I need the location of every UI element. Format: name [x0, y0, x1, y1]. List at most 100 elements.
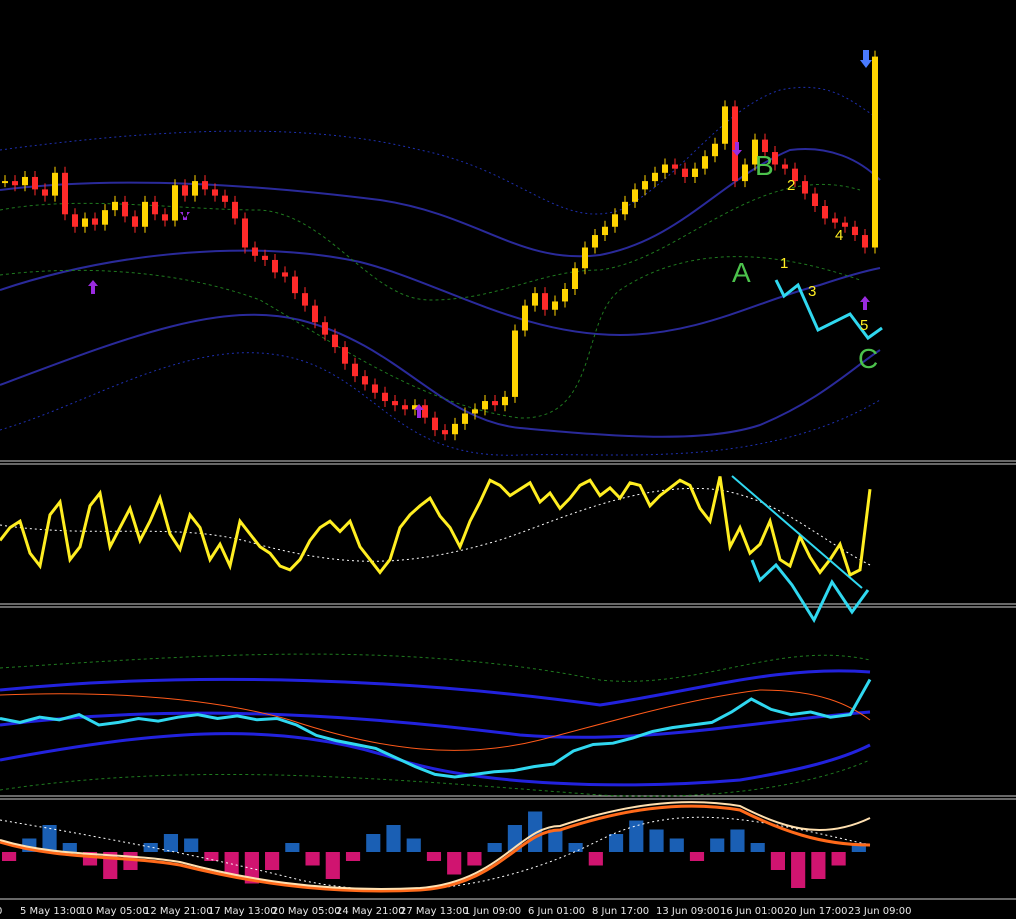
candle-body: [322, 322, 328, 335]
candle-body: [72, 214, 78, 227]
candle-body: [262, 255, 268, 260]
histogram-bar: [811, 852, 826, 879]
candle-body: [372, 384, 378, 393]
candle-body: [572, 268, 578, 289]
candle-body: [112, 201, 118, 211]
candle-body: [352, 363, 358, 377]
osc2-cyan-line: [0, 678, 872, 779]
candle-body: [822, 206, 828, 219]
histogram-bar: [325, 852, 340, 879]
histogram-bar: [406, 838, 421, 852]
candle-body: [642, 181, 648, 190]
histogram-bar: [163, 834, 179, 852]
candle-body: [782, 164, 788, 169]
candle-body: [232, 201, 238, 219]
x-axis-tick-label: 0: [0, 906, 2, 917]
green-envelope-bottom: [0, 256, 861, 419]
green-envelope-top: [0, 184, 861, 301]
histogram-bar: [204, 852, 219, 861]
histogram-bar: [285, 843, 300, 852]
candle-body: [172, 185, 178, 221]
candle-body: [692, 168, 698, 177]
oscillator-1-panel: [0, 475, 872, 624]
candle-body: [612, 214, 618, 227]
up-arrow-icon: [88, 280, 98, 294]
candle-body: [862, 235, 868, 248]
upper-dotted-band: [0, 86, 881, 215]
histogram-bar: [669, 838, 684, 852]
candle-body: [562, 289, 568, 302]
trading-chart: A B C 1 2 3 4 5 0 5 May 13:0010 May 05:00…: [0, 50, 1016, 917]
oscillator-2-panel: [0, 653, 872, 797]
wave-label-A: A: [732, 257, 751, 288]
candle-body: [62, 172, 68, 215]
candle-body: [722, 106, 728, 144]
candle-body: [512, 330, 518, 397]
down-arrow-icon: [860, 50, 872, 68]
candle-body: [142, 201, 148, 227]
histogram-panel: [2, 811, 866, 888]
price-candles: [2, 50, 878, 441]
candle-body: [192, 181, 198, 196]
candle-body: [302, 293, 308, 306]
wave-label-5: 5: [860, 317, 868, 334]
osc1-trendline: [731, 475, 863, 589]
candle-body: [42, 189, 48, 196]
candle-body: [662, 164, 668, 173]
osc1-yellow-line: [0, 476, 872, 578]
candle-body: [132, 216, 138, 227]
wave-label-4: 4: [835, 227, 843, 244]
candle-body: [362, 376, 368, 385]
histogram-bar: [750, 843, 765, 852]
histogram-bar: [649, 829, 664, 852]
histogram-bar: [568, 843, 583, 852]
candle-body: [272, 259, 278, 273]
wave-label-1: 1: [780, 255, 788, 272]
histogram-bar: [548, 829, 563, 852]
candle-body: [102, 210, 108, 225]
candle-body: [202, 181, 208, 190]
candle-body: [832, 218, 838, 223]
lower-dotted-band: [0, 352, 881, 456]
candle-body: [92, 218, 98, 225]
candle-body: [222, 195, 228, 202]
candle-body: [402, 405, 408, 410]
x-axis-tick-label: 20 May 05:00: [272, 906, 341, 917]
x-axis-tick-label: 17 May 13:00: [208, 906, 277, 917]
candle-body: [652, 172, 658, 182]
candle-body: [632, 189, 638, 202]
candle-body: [742, 164, 748, 182]
x-axis-tick-label: 5 May 13:00: [20, 906, 82, 917]
histogram-bar: [143, 843, 158, 852]
candle-body: [342, 347, 348, 364]
candle-body: [212, 189, 218, 196]
candle-body: [712, 143, 718, 157]
candle-body: [242, 218, 248, 248]
candle-body: [492, 401, 498, 406]
histogram-bar: [770, 852, 785, 870]
x-axis-tick-label: 23 Jun 09:00: [848, 906, 912, 917]
wave-label-2: 2: [787, 177, 795, 194]
down-arrow-icon: [180, 212, 190, 220]
candle-body: [162, 214, 168, 221]
candle-body: [392, 401, 398, 406]
histogram-bar: [426, 852, 442, 861]
osc1-cyan-wave: [750, 559, 870, 624]
candle-body: [682, 168, 688, 177]
candle-body: [582, 247, 588, 269]
candle-body: [82, 218, 88, 227]
histogram-bar: [689, 852, 705, 861]
candle-body: [2, 181, 8, 184]
histogram-bar: [629, 820, 644, 852]
up-arrow-icon: [860, 296, 870, 310]
candle-body: [532, 293, 538, 306]
candle-body: [812, 193, 818, 206]
histogram-bar: [386, 825, 401, 852]
wave-label-C: C: [858, 343, 878, 374]
candle-body: [672, 164, 678, 169]
x-axis-tick-label: 12 May 21:00: [144, 906, 213, 917]
candle-body: [312, 305, 318, 323]
histogram-bar: [345, 852, 361, 861]
candle-body: [182, 185, 188, 196]
histogram-bar: [467, 852, 482, 866]
